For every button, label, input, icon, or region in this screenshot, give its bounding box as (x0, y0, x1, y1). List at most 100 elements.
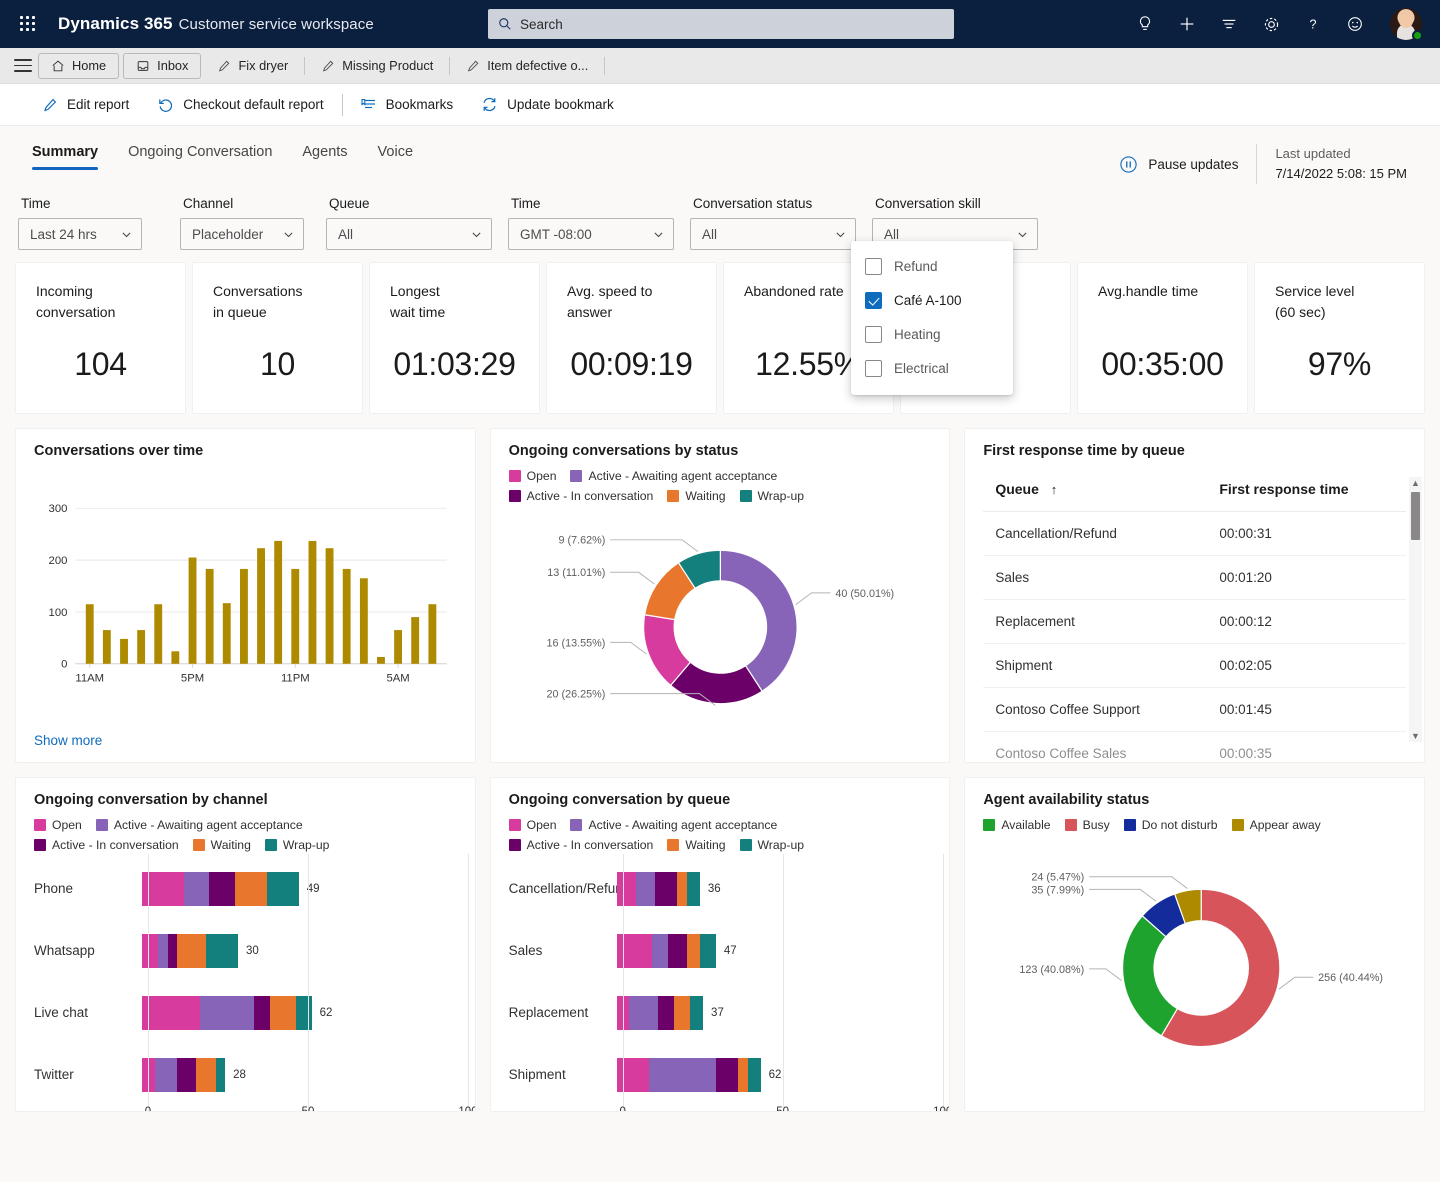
skill-option-electrical[interactable]: Electrical (851, 351, 1013, 385)
legend-item[interactable]: Waiting (192, 838, 251, 852)
conversation-skill-dropdown-panel[interactable]: Refund Café A-100 Heating Electrical (851, 241, 1013, 396)
tab-voice[interactable]: Voice (378, 144, 413, 170)
tab-agents[interactable]: Agents (302, 144, 347, 170)
bar[interactable] (154, 604, 163, 665)
channel-select[interactable]: Placeholder (180, 218, 304, 251)
time-select[interactable]: Last 24 hrs (18, 218, 142, 251)
pause-updates-button[interactable]: Pause updates (1119, 155, 1238, 174)
bar[interactable] (342, 569, 351, 665)
conversation-status-select[interactable]: All (690, 218, 856, 251)
table-row[interactable]: Replacement 00:00:12 (983, 599, 1406, 645)
bar[interactable] (85, 604, 94, 665)
agent-availability-donut-chart[interactable]: 256 (40.44%) 123 (40.08%) 35 (7.99%)24 (5.… (983, 838, 1406, 1093)
kpi-longest-wait-time[interactable]: Longest wait time 01:03:29 (369, 262, 540, 415)
stacked-bar[interactable] (142, 996, 312, 1031)
bar[interactable] (325, 548, 334, 665)
legend-item[interactable]: Wrap-up (264, 838, 329, 852)
bar-segment[interactable] (658, 996, 675, 1031)
legend-item[interactable]: Active - Awaiting agent acceptance (95, 818, 303, 832)
bar-segment[interactable] (142, 1058, 155, 1093)
bar[interactable] (411, 617, 420, 665)
bar-segment[interactable] (209, 872, 235, 907)
gear-icon[interactable] (1260, 13, 1282, 35)
legend-item[interactable]: Open (508, 469, 556, 483)
checkbox-unchecked-icon[interactable] (865, 257, 882, 275)
smiley-icon[interactable] (1344, 13, 1366, 35)
bar-row[interactable]: Whatsapp 30 (34, 920, 457, 982)
stacked-bar[interactable] (142, 1058, 226, 1093)
bar-segment[interactable] (196, 1058, 216, 1093)
tab-ongoing-conversation[interactable]: Ongoing Conversation (128, 144, 272, 170)
skill-option-heating[interactable]: Heating (851, 317, 1013, 351)
legend-item[interactable]: Open (34, 818, 82, 832)
bar-segment[interactable] (677, 872, 688, 907)
bar-row[interactable]: Twitter 28 (34, 1044, 457, 1106)
scroll-up-icon[interactable]: ▲ (1411, 477, 1420, 489)
timezone-select[interactable]: GMT -08:00 (508, 218, 674, 251)
bar[interactable] (359, 578, 368, 665)
bar-segment[interactable] (687, 934, 700, 969)
bar[interactable] (394, 630, 403, 665)
bar-segment[interactable] (667, 934, 688, 969)
legend-item[interactable]: Wrap-up (739, 838, 804, 852)
bar-segment[interactable] (199, 996, 254, 1031)
bar[interactable] (377, 657, 385, 665)
queue-bar-chart[interactable]: Cancellation/Refund 36 Sales 47 Replacement 3… (509, 854, 949, 1112)
kpi-service-level[interactable]: Service level (60 sec) 97% (1254, 262, 1425, 415)
session-item-inbox[interactable]: Inbox (123, 52, 202, 79)
app-launcher-icon[interactable] (14, 10, 42, 38)
donut-slice[interactable] (719, 550, 798, 693)
legend-item[interactable]: Wrap-up (739, 489, 804, 503)
legend-item[interactable]: Active - In conversation (508, 838, 653, 852)
kpi-incoming-conversation[interactable]: Incoming conversation 104 (15, 262, 186, 415)
bar-segment[interactable] (651, 934, 668, 969)
bar-segment[interactable] (715, 1058, 739, 1093)
bar-segment[interactable] (616, 872, 636, 907)
stacked-bar[interactable] (142, 934, 238, 969)
legend-item[interactable]: Waiting (667, 838, 726, 852)
bar-segment[interactable] (183, 872, 210, 907)
stacked-bar[interactable] (616, 996, 704, 1031)
legend-item[interactable]: Waiting (667, 489, 726, 503)
table-row[interactable]: Sales 00:01:20 (983, 555, 1406, 601)
bar-segment[interactable] (177, 934, 206, 969)
kpi-avg-speed-to-answer[interactable]: Avg. speed to answer 00:09:19 (546, 262, 717, 415)
bar-segment[interactable] (154, 1058, 178, 1093)
stacked-bar[interactable] (142, 872, 299, 907)
session-item-missing-product[interactable]: Missing Product (309, 53, 445, 79)
edit-report-button[interactable]: Edit report (28, 89, 143, 121)
search-input[interactable]: Search (488, 9, 954, 39)
bar-row[interactable]: Sales 47 (509, 920, 932, 982)
bar-segment[interactable] (234, 872, 267, 907)
bar-row[interactable]: Phone 49 (34, 858, 457, 920)
bar-segment[interactable] (629, 996, 659, 1031)
bar[interactable] (171, 651, 180, 665)
ongoing-status-donut-chart[interactable]: 40 (50.01%) 20 (26.25%) 16 (13.55%) 13 (11.… (509, 509, 932, 744)
scrollbar-thumb[interactable] (1410, 492, 1420, 541)
sort-ascending-icon[interactable]: ↑ (1051, 482, 1058, 497)
kpi-avg-handle-time[interactable]: Avg.handle time 00:35:00 (1077, 262, 1248, 415)
bar-segment[interactable] (699, 934, 716, 969)
table-row[interactable]: Contoso Coffee Support 00:01:45 (983, 687, 1406, 733)
bar-segment[interactable] (205, 934, 238, 969)
table-row[interactable]: Contoso Coffee Sales 00:00:35 (983, 731, 1406, 763)
stacked-bar[interactable] (616, 872, 700, 907)
plus-icon[interactable] (1176, 13, 1198, 35)
bar-segment[interactable] (215, 1058, 226, 1093)
column-header-first-response-time[interactable]: First response time (1207, 469, 1406, 513)
legend-item[interactable]: Appear away (1231, 818, 1321, 832)
bar-segment[interactable] (167, 934, 178, 969)
bar-row[interactable]: Cancellation/Refund 36 (509, 858, 932, 920)
bar[interactable] (308, 541, 317, 665)
bar-segment[interactable] (269, 996, 296, 1031)
hamburger-menu-icon[interactable] (8, 52, 38, 80)
channel-bar-chart[interactable]: Phone 49 Whatsapp 30 Live chat 62 Twitter 28 0 50… (34, 854, 475, 1112)
bar-segment[interactable] (253, 996, 270, 1031)
bar-segment[interactable] (648, 1058, 716, 1093)
bar[interactable] (222, 603, 231, 665)
legend-item[interactable]: Available (983, 818, 1051, 832)
bar-segment[interactable] (616, 996, 630, 1031)
bar[interactable] (120, 639, 128, 665)
legend-item[interactable]: Open (508, 818, 556, 832)
bar[interactable] (257, 548, 265, 665)
